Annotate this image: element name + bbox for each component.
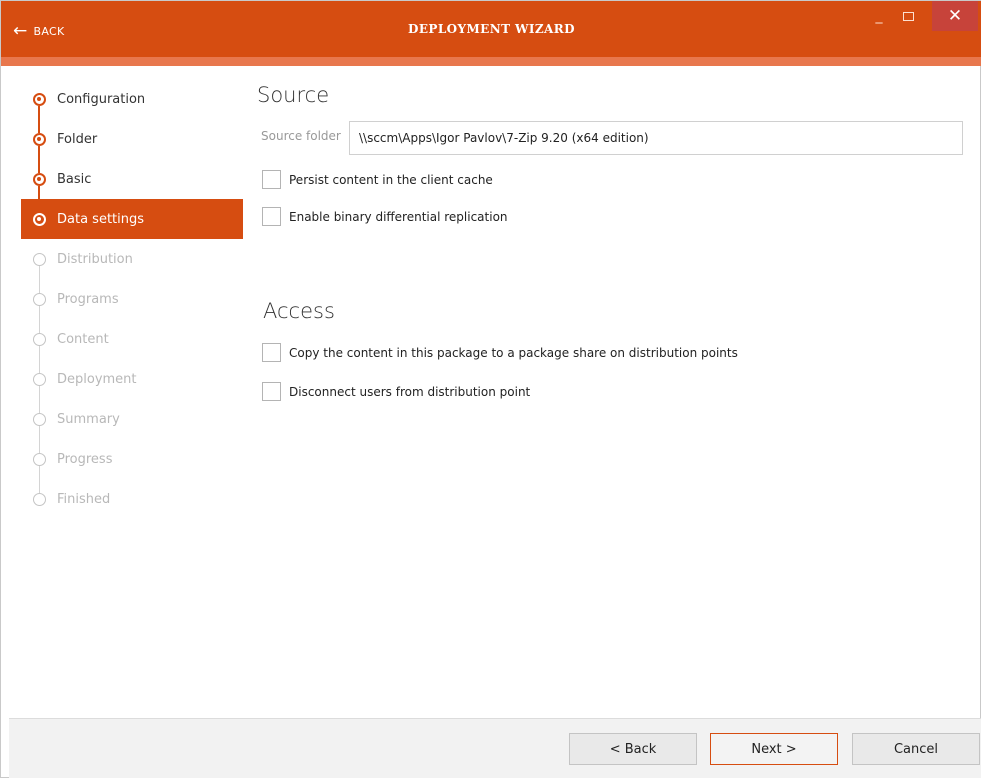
maximize-icon <box>902 11 914 21</box>
step-label: Finished <box>57 491 111 507</box>
step-label: Folder <box>57 131 98 147</box>
copy-to-share-checkbox[interactable]: Copy the content in this package to a pa… <box>262 343 738 362</box>
source-folder-label: Source folder <box>261 129 341 143</box>
step-pending-icon <box>33 373 46 386</box>
disconnect-users-checkbox[interactable]: Disconnect users from distribution point <box>262 382 530 401</box>
title-bar: ← BACK DEPLOYMENT WIZARD _ ✕ <box>1 1 981 57</box>
close-icon: ✕ <box>947 6 963 26</box>
copy-to-share-label: Copy the content in this package to a pa… <box>289 345 738 360</box>
step-label: Programs <box>57 291 119 307</box>
next-button[interactable]: Next > <box>710 733 838 765</box>
step-distribution: Distribution <box>21 239 243 293</box>
step-basic[interactable]: Basic <box>21 159 243 213</box>
step-deployment: Deployment <box>21 359 243 413</box>
close-button[interactable]: ✕ <box>932 1 978 31</box>
step-label: Basic <box>57 171 92 187</box>
access-section-title: Access <box>263 299 335 323</box>
disconnect-users-label: Disconnect users from distribution point <box>289 384 531 399</box>
step-pending-icon <box>33 453 46 466</box>
step-label: Content <box>57 331 109 347</box>
cancel-button[interactable]: Cancel <box>852 733 980 765</box>
step-content: Content <box>21 319 243 373</box>
step-summary: Summary <box>21 399 243 453</box>
deployment-wizard-window: ← BACK DEPLOYMENT WIZARD _ ✕ Configurati… <box>0 0 981 778</box>
minimize-button[interactable]: _ <box>865 1 893 31</box>
step-label: Summary <box>57 411 120 427</box>
step-done-icon <box>33 93 46 106</box>
step-pending-icon <box>33 413 46 426</box>
title-accent-strip <box>1 57 981 66</box>
binary-replication-label: Enable binary differential replication <box>289 209 508 224</box>
step-pending-icon <box>33 293 46 306</box>
checkbox-unchecked-icon <box>262 343 281 362</box>
window-title: DEPLOYMENT WIZARD <box>408 22 575 36</box>
step-pending-icon <box>33 493 46 506</box>
wizard-footer: < Back Next > Cancel <box>9 718 981 778</box>
step-data-settings[interactable]: Data settings <box>21 199 243 239</box>
checkbox-unchecked-icon <box>262 382 281 401</box>
maximize-button[interactable] <box>894 1 922 31</box>
checkbox-unchecked-icon <box>262 207 281 226</box>
source-folder-input[interactable] <box>349 121 963 155</box>
step-progress: Progress <box>21 439 243 493</box>
back-button[interactable]: < Back <box>569 733 697 765</box>
checkbox-unchecked-icon <box>262 170 281 189</box>
step-label: Configuration <box>57 91 146 107</box>
step-label: Distribution <box>57 251 133 267</box>
step-programs: Programs <box>21 279 243 333</box>
step-label: Progress <box>57 451 113 467</box>
source-section-title: Source <box>257 83 330 107</box>
wizard-steps-sidebar: Configuration Folder Basic Data settings… <box>21 79 243 519</box>
persist-cache-checkbox[interactable]: Persist content in the client cache <box>262 170 493 189</box>
step-done-icon <box>33 173 46 186</box>
step-configuration[interactable]: Configuration <box>21 79 243 133</box>
step-label: Data settings <box>57 211 145 227</box>
step-pending-icon <box>33 253 46 266</box>
step-label: Deployment <box>57 371 137 387</box>
persist-cache-label: Persist content in the client cache <box>289 172 493 187</box>
step-pending-icon <box>33 333 46 346</box>
step-finished: Finished <box>21 479 243 519</box>
step-folder[interactable]: Folder <box>21 119 243 173</box>
minimize-icon: _ <box>875 8 883 24</box>
step-current-icon <box>33 213 46 226</box>
binary-replication-checkbox[interactable]: Enable binary differential replication <box>262 207 508 226</box>
step-done-icon <box>33 133 46 146</box>
